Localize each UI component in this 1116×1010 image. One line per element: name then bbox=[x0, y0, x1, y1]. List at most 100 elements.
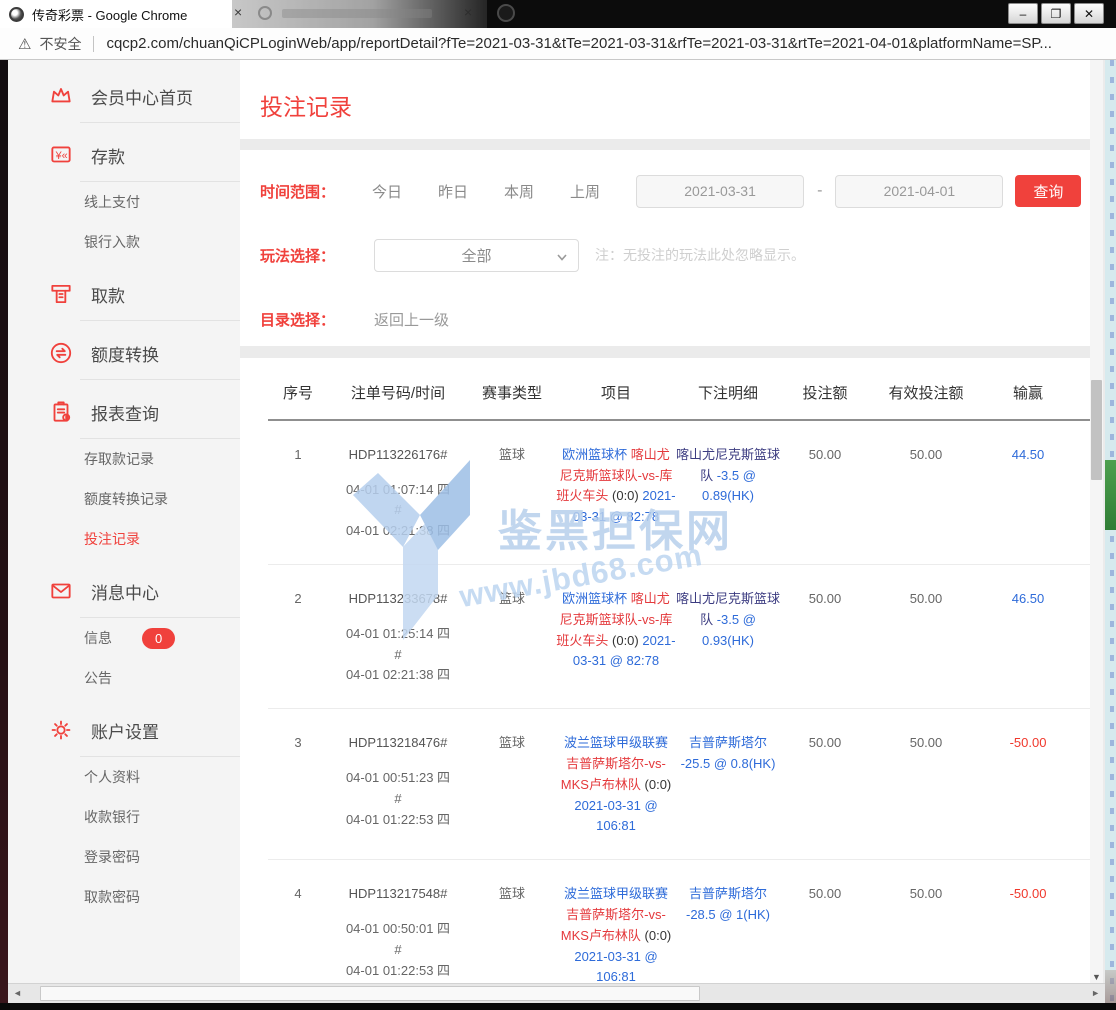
not-secure-warning-icon[interactable]: ⚠ bbox=[18, 35, 31, 53]
ghost-close-icon: × bbox=[464, 4, 472, 20]
sidebar-subitem-线上支付[interactable]: 线上支付 bbox=[8, 182, 240, 222]
page-title: 投注记录 bbox=[260, 88, 1092, 122]
address-separator bbox=[93, 36, 94, 52]
background-windows: × × bbox=[232, 0, 487, 28]
time-separator: # bbox=[328, 645, 468, 666]
sidebar-section: 额度转换 bbox=[8, 327, 240, 380]
sidebar-item-label: 存款 bbox=[91, 143, 125, 168]
cell-order-time: HDP113226176#04-01 01:07:14 四#04-01 02:2… bbox=[328, 445, 468, 542]
sidebar-item-存款[interactable]: ¥«存款 bbox=[8, 129, 240, 181]
vertical-scrollbar[interactable]: ▼ bbox=[1090, 60, 1103, 983]
cell-bet-detail: 喀山尤尼克斯篮球队 -3.5 @ 0.93(HK) bbox=[676, 589, 780, 686]
sidebar-item-报表查询[interactable]: 报表查询 bbox=[8, 386, 240, 438]
divider bbox=[80, 379, 240, 380]
cell-win-loss: -50.00 bbox=[982, 884, 1074, 983]
sidebar-subitem-银行入款[interactable]: 银行入款 bbox=[8, 222, 240, 262]
horizontal-scrollbar[interactable]: ◄ ► bbox=[8, 983, 1105, 1003]
sidebar-subitem-存取款记录[interactable]: 存取款记录 bbox=[8, 439, 240, 479]
scroll-down-arrow-icon[interactable]: ▼ bbox=[1090, 972, 1103, 982]
bet-records-card: 序号注单号码/时间赛事类型项目下注明细投注额有效投注额输赢 1HDP113226… bbox=[240, 358, 1092, 983]
cell-valid-amount: 50.00 bbox=[870, 884, 982, 983]
play-select-dropdown[interactable]: 全部 bbox=[374, 239, 579, 272]
quick-range-last-week[interactable]: 上周 bbox=[570, 181, 600, 202]
play-selected-value: 全部 bbox=[461, 245, 491, 266]
quick-range-today[interactable]: 今日 bbox=[372, 181, 402, 202]
directory-row: 目录选择： 返回上一级 bbox=[260, 302, 1092, 336]
bet-time: 04-01 01:07:14 四 bbox=[328, 480, 468, 501]
sidebar-subitem-投注记录[interactable]: 投注记录 bbox=[8, 519, 240, 559]
sidebar-subitem-公告[interactable]: 公告 bbox=[8, 658, 240, 698]
address-bar: ⚠ 不安全 cqcp2.com/chuanQiCPLoginWeb/app/re… bbox=[0, 28, 1116, 60]
sidebar-subitem-label: 投注记录 bbox=[84, 519, 140, 559]
window-left-border bbox=[0, 60, 8, 1010]
sidebar-item-取款[interactable]: 取款 bbox=[8, 268, 240, 320]
sidebar-item-消息中心[interactable]: 消息中心 bbox=[8, 565, 240, 617]
card-gap bbox=[240, 346, 1092, 357]
minimize-button[interactable]: – bbox=[1008, 3, 1038, 24]
sidebar-subitem-额度转换记录[interactable]: 额度转换记录 bbox=[8, 479, 240, 519]
sidebar-section: 会员中心首页 bbox=[8, 70, 240, 123]
cell-bet-detail: 喀山尤尼克斯篮球队 -3.5 @ 0.89(HK) bbox=[676, 445, 780, 542]
sidebar-item-label: 账户设置 bbox=[91, 718, 159, 743]
sidebar-subitem-取款密码[interactable]: 取款密码 bbox=[8, 877, 240, 917]
order-number[interactable]: HDP113217548# bbox=[328, 884, 468, 905]
url-field[interactable]: cqcp2.com/chuanQiCPLoginWeb/app/reportDe… bbox=[106, 35, 1051, 52]
sidebar-item-额度转换[interactable]: 额度转换 bbox=[8, 327, 240, 379]
maximize-button[interactable]: ❐ bbox=[1041, 3, 1071, 24]
scroll-right-arrow-icon[interactable]: ► bbox=[1091, 988, 1100, 998]
cell-order-time: HDP113218476#04-01 00:51:23 四#04-01 01:2… bbox=[328, 733, 468, 837]
cell-seq: 3 bbox=[268, 733, 328, 837]
message-icon bbox=[48, 578, 74, 604]
table-body: 1HDP113226176# 04-01 01:07:14 四 #04-01 02:… bbox=[268, 421, 1092, 983]
divider bbox=[80, 320, 240, 321]
border-dash-pattern bbox=[1110, 60, 1114, 1010]
vertical-scrollbar-thumb[interactable] bbox=[1091, 380, 1102, 480]
sidebar-subitem-label: 取款密码 bbox=[84, 877, 140, 917]
cell-sport-type: 篮球 bbox=[468, 733, 556, 837]
date-to-input[interactable]: 2021-04-01 bbox=[835, 175, 1003, 208]
not-secure-label[interactable]: 不安全 bbox=[39, 34, 81, 54]
order-number[interactable]: HDP113218476# bbox=[328, 733, 468, 754]
query-button[interactable]: 查询 bbox=[1015, 175, 1081, 207]
main-content: 投注记录 时间范围： 今日 昨日 本周 上周 2021-03-31 - 2021… bbox=[240, 60, 1092, 983]
sidebar-subitem-个人资料[interactable]: 个人资料 bbox=[8, 757, 240, 797]
league-name: 欧洲篮球杯 bbox=[562, 447, 631, 462]
league-name: 波兰篮球甲级联赛 bbox=[564, 735, 668, 750]
bet-team: 吉普萨斯塔尔 bbox=[689, 886, 767, 901]
quick-range-this-week[interactable]: 本周 bbox=[504, 181, 534, 202]
sidebar-subitem-label: 线上支付 bbox=[84, 182, 140, 222]
sidebar-item-label: 额度转换 bbox=[91, 341, 159, 366]
settle-time: 04-01 02:21:38 四 bbox=[328, 521, 468, 542]
date-range-separator: - bbox=[817, 182, 822, 200]
time-range-row: 时间范围： 今日 昨日 本周 上周 2021-03-31 - 2021-04-0… bbox=[260, 174, 1092, 208]
date-from-input[interactable]: 2021-03-31 bbox=[636, 175, 804, 208]
title-bar: 传奇彩票 - Google Chrome × × – ❐ ✕ bbox=[0, 0, 1116, 28]
sidebar-subitem-label: 收款银行 bbox=[84, 797, 140, 837]
scroll-left-arrow-icon[interactable]: ◄ bbox=[13, 988, 22, 998]
sidebar-subitem-信息[interactable]: 信息0 bbox=[8, 618, 240, 658]
cell-sport-type: 篮球 bbox=[468, 445, 556, 542]
time-separator: # bbox=[328, 940, 468, 961]
horizontal-scrollbar-thumb[interactable] bbox=[40, 986, 700, 1001]
chevron-down-icon bbox=[556, 251, 568, 263]
match-date-result: 2021-03-31 @ 106:81 bbox=[574, 798, 657, 834]
sidebar-subitem-登录密码[interactable]: 登录密码 bbox=[8, 837, 240, 877]
sidebar-item-会员中心首页[interactable]: 会员中心首页 bbox=[8, 70, 240, 122]
window-bottom-border bbox=[0, 1003, 1116, 1010]
cell-match: 波兰篮球甲级联赛 吉普萨斯塔尔-vs-MKS卢布林队 (0:0) 2021-03… bbox=[556, 884, 676, 983]
cell-seq: 1 bbox=[268, 445, 328, 542]
back-up-level-link[interactable]: 返回上一级 bbox=[374, 309, 449, 330]
quick-range-yesterday[interactable]: 昨日 bbox=[438, 181, 468, 202]
transfer-icon bbox=[48, 340, 74, 366]
close-button[interactable]: ✕ bbox=[1074, 3, 1104, 24]
sidebar: 会员中心首页 ¥«存款线上支付银行入款取款额度转换报表查询存取款记录额度转换记录投… bbox=[8, 60, 240, 983]
order-number[interactable]: HDP113233678# bbox=[328, 589, 468, 610]
sidebar-item-账户设置[interactable]: 账户设置 bbox=[8, 704, 240, 756]
column-header-有效投注额: 有效投注额 bbox=[870, 382, 982, 403]
bet-odds: -25.5 @ 0.8(HK) bbox=[681, 756, 776, 771]
withdraw-icon bbox=[48, 281, 74, 307]
sidebar-subitem-收款银行[interactable]: 收款银行 bbox=[8, 797, 240, 837]
table-row: 4HDP113217548#04-01 00:50:01 四#04-01 01:… bbox=[268, 860, 1092, 983]
bet-time: 04-01 01:25:14 四 bbox=[328, 624, 468, 645]
order-number[interactable]: HDP113226176# bbox=[328, 445, 468, 466]
